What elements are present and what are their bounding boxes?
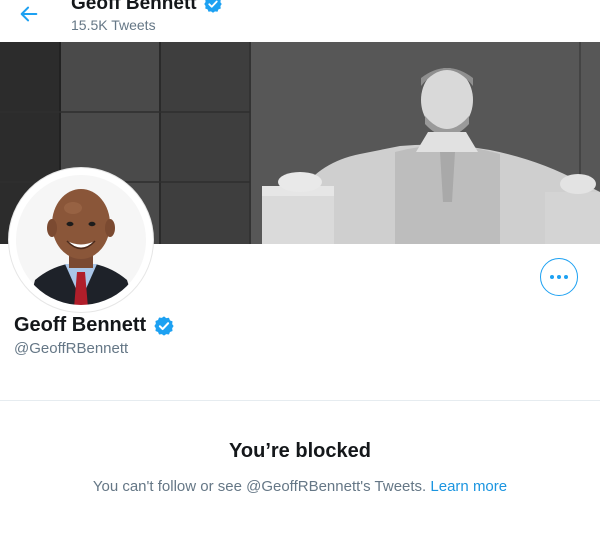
- arrow-left-icon: [20, 6, 38, 22]
- top-bar: Geoff Bennett 15.5K Tweets: [0, 0, 600, 42]
- blocked-title: You’re blocked: [229, 440, 371, 462]
- header-title-row: Geoff Bennett: [71, 0, 223, 15]
- verified-badge-icon: [203, 0, 222, 13]
- profile-handle: @GeoffRBennett: [14, 340, 129, 357]
- tweet-count: 15.5K Tweets: [71, 17, 156, 33]
- back-button[interactable]: [14, 0, 44, 28]
- more-options-button[interactable]: [540, 258, 578, 296]
- profile-avatar[interactable]: [9, 168, 153, 312]
- more-horizontal-icon: [550, 275, 568, 279]
- blocked-message-row: You can't follow or see @GeoffRBennett's…: [0, 478, 600, 495]
- profile-name-row: Geoff Bennett: [14, 314, 175, 337]
- learn-more-link[interactable]: Learn more: [430, 478, 507, 495]
- verified-badge-icon: [154, 315, 174, 336]
- blocked-message: You can't follow or see @GeoffRBennett's…: [92, 478, 427, 495]
- header-title: Geoff Bennett: [71, 0, 197, 14]
- section-divider: [0, 400, 600, 401]
- profile-display-name: Geoff Bennett: [14, 314, 147, 336]
- avatar-image: [12, 171, 150, 309]
